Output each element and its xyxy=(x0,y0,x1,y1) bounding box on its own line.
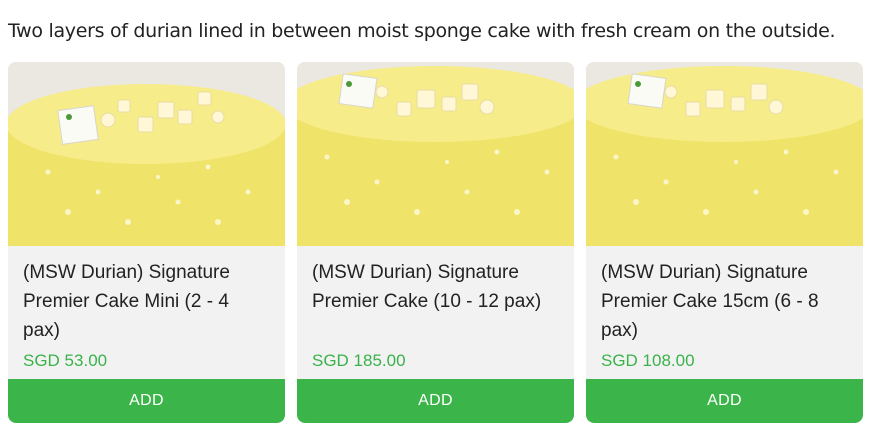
product-title[interactable]: (MSW Durian) Signature Premier Cake 15cm… xyxy=(601,258,848,345)
product-card[interactable]: (MSW Durian) Signature Premier Cake (10 … xyxy=(297,62,574,423)
product-grid: (MSW Durian) Signature Premier Cake Mini… xyxy=(8,62,863,423)
product-card[interactable]: (MSW Durian) Signature Premier Cake 15cm… xyxy=(586,62,863,423)
product-card[interactable]: (MSW Durian) Signature Premier Cake Mini… xyxy=(8,62,285,423)
product-price: SGD 108.00 xyxy=(601,351,695,370)
cake-image[interactable] xyxy=(297,62,574,246)
product-description: Two layers of durian lined in between mo… xyxy=(8,20,836,42)
product-title[interactable]: (MSW Durian) Signature Premier Cake (10 … xyxy=(312,258,559,316)
add-to-cart-button[interactable]: ADD xyxy=(586,379,863,423)
product-price: SGD 53.00 xyxy=(23,351,108,370)
add-to-cart-button[interactable]: ADD xyxy=(297,379,574,423)
add-to-cart-button[interactable]: ADD xyxy=(8,379,285,423)
cake-image[interactable] xyxy=(8,62,285,246)
product-price: SGD 185.00 xyxy=(312,351,406,370)
cake-image[interactable] xyxy=(586,62,863,246)
product-title[interactable]: (MSW Durian) Signature Premier Cake Mini… xyxy=(23,258,270,345)
